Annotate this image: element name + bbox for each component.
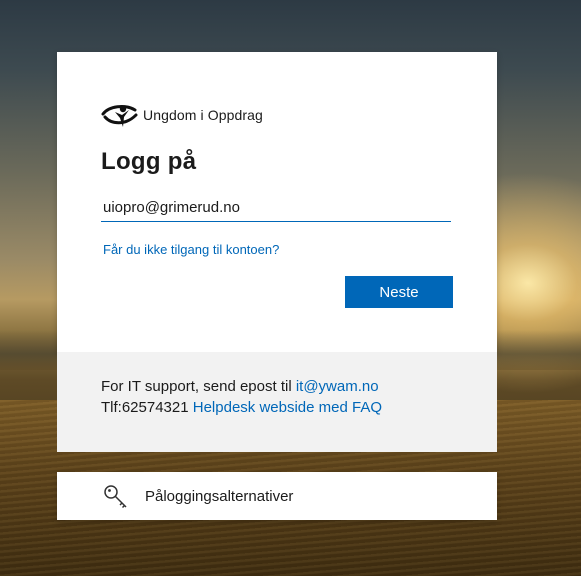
signin-card: Ungdom i Oppdrag Logg på Får du ikke til… <box>57 52 497 352</box>
email-field[interactable] <box>101 194 451 222</box>
ungdom-i-oppdrag-logo-icon <box>101 105 138 127</box>
support-email-line: For IT support, send epost til it@ywam.n… <box>101 378 379 395</box>
support-email-link[interactable]: it@ywam.no <box>296 378 379 395</box>
org-name: Ungdom i Oppdrag <box>143 107 263 123</box>
no-access-link[interactable]: Får du ikke tilgang til kontoen? <box>103 242 279 257</box>
support-phone-text: Tlf:62574321 <box>101 399 193 416</box>
support-email-text: For IT support, send epost til <box>101 378 296 395</box>
signin-options-button[interactable]: Påloggingsalternativer <box>57 472 497 520</box>
page-title: Logg på <box>101 148 197 175</box>
signin-options-label: Påloggingsalternativer <box>145 488 294 505</box>
next-button[interactable]: Neste <box>345 276 453 308</box>
support-phone-line: Tlf:62574321 Helpdesk webside med FAQ <box>101 399 382 416</box>
helpdesk-faq-link[interactable]: Helpdesk webside med FAQ <box>193 399 382 416</box>
org-logo: Ungdom i Oppdrag <box>101 100 263 130</box>
support-info-panel: For IT support, send epost til it@ywam.n… <box>57 352 497 452</box>
key-icon <box>104 485 127 509</box>
